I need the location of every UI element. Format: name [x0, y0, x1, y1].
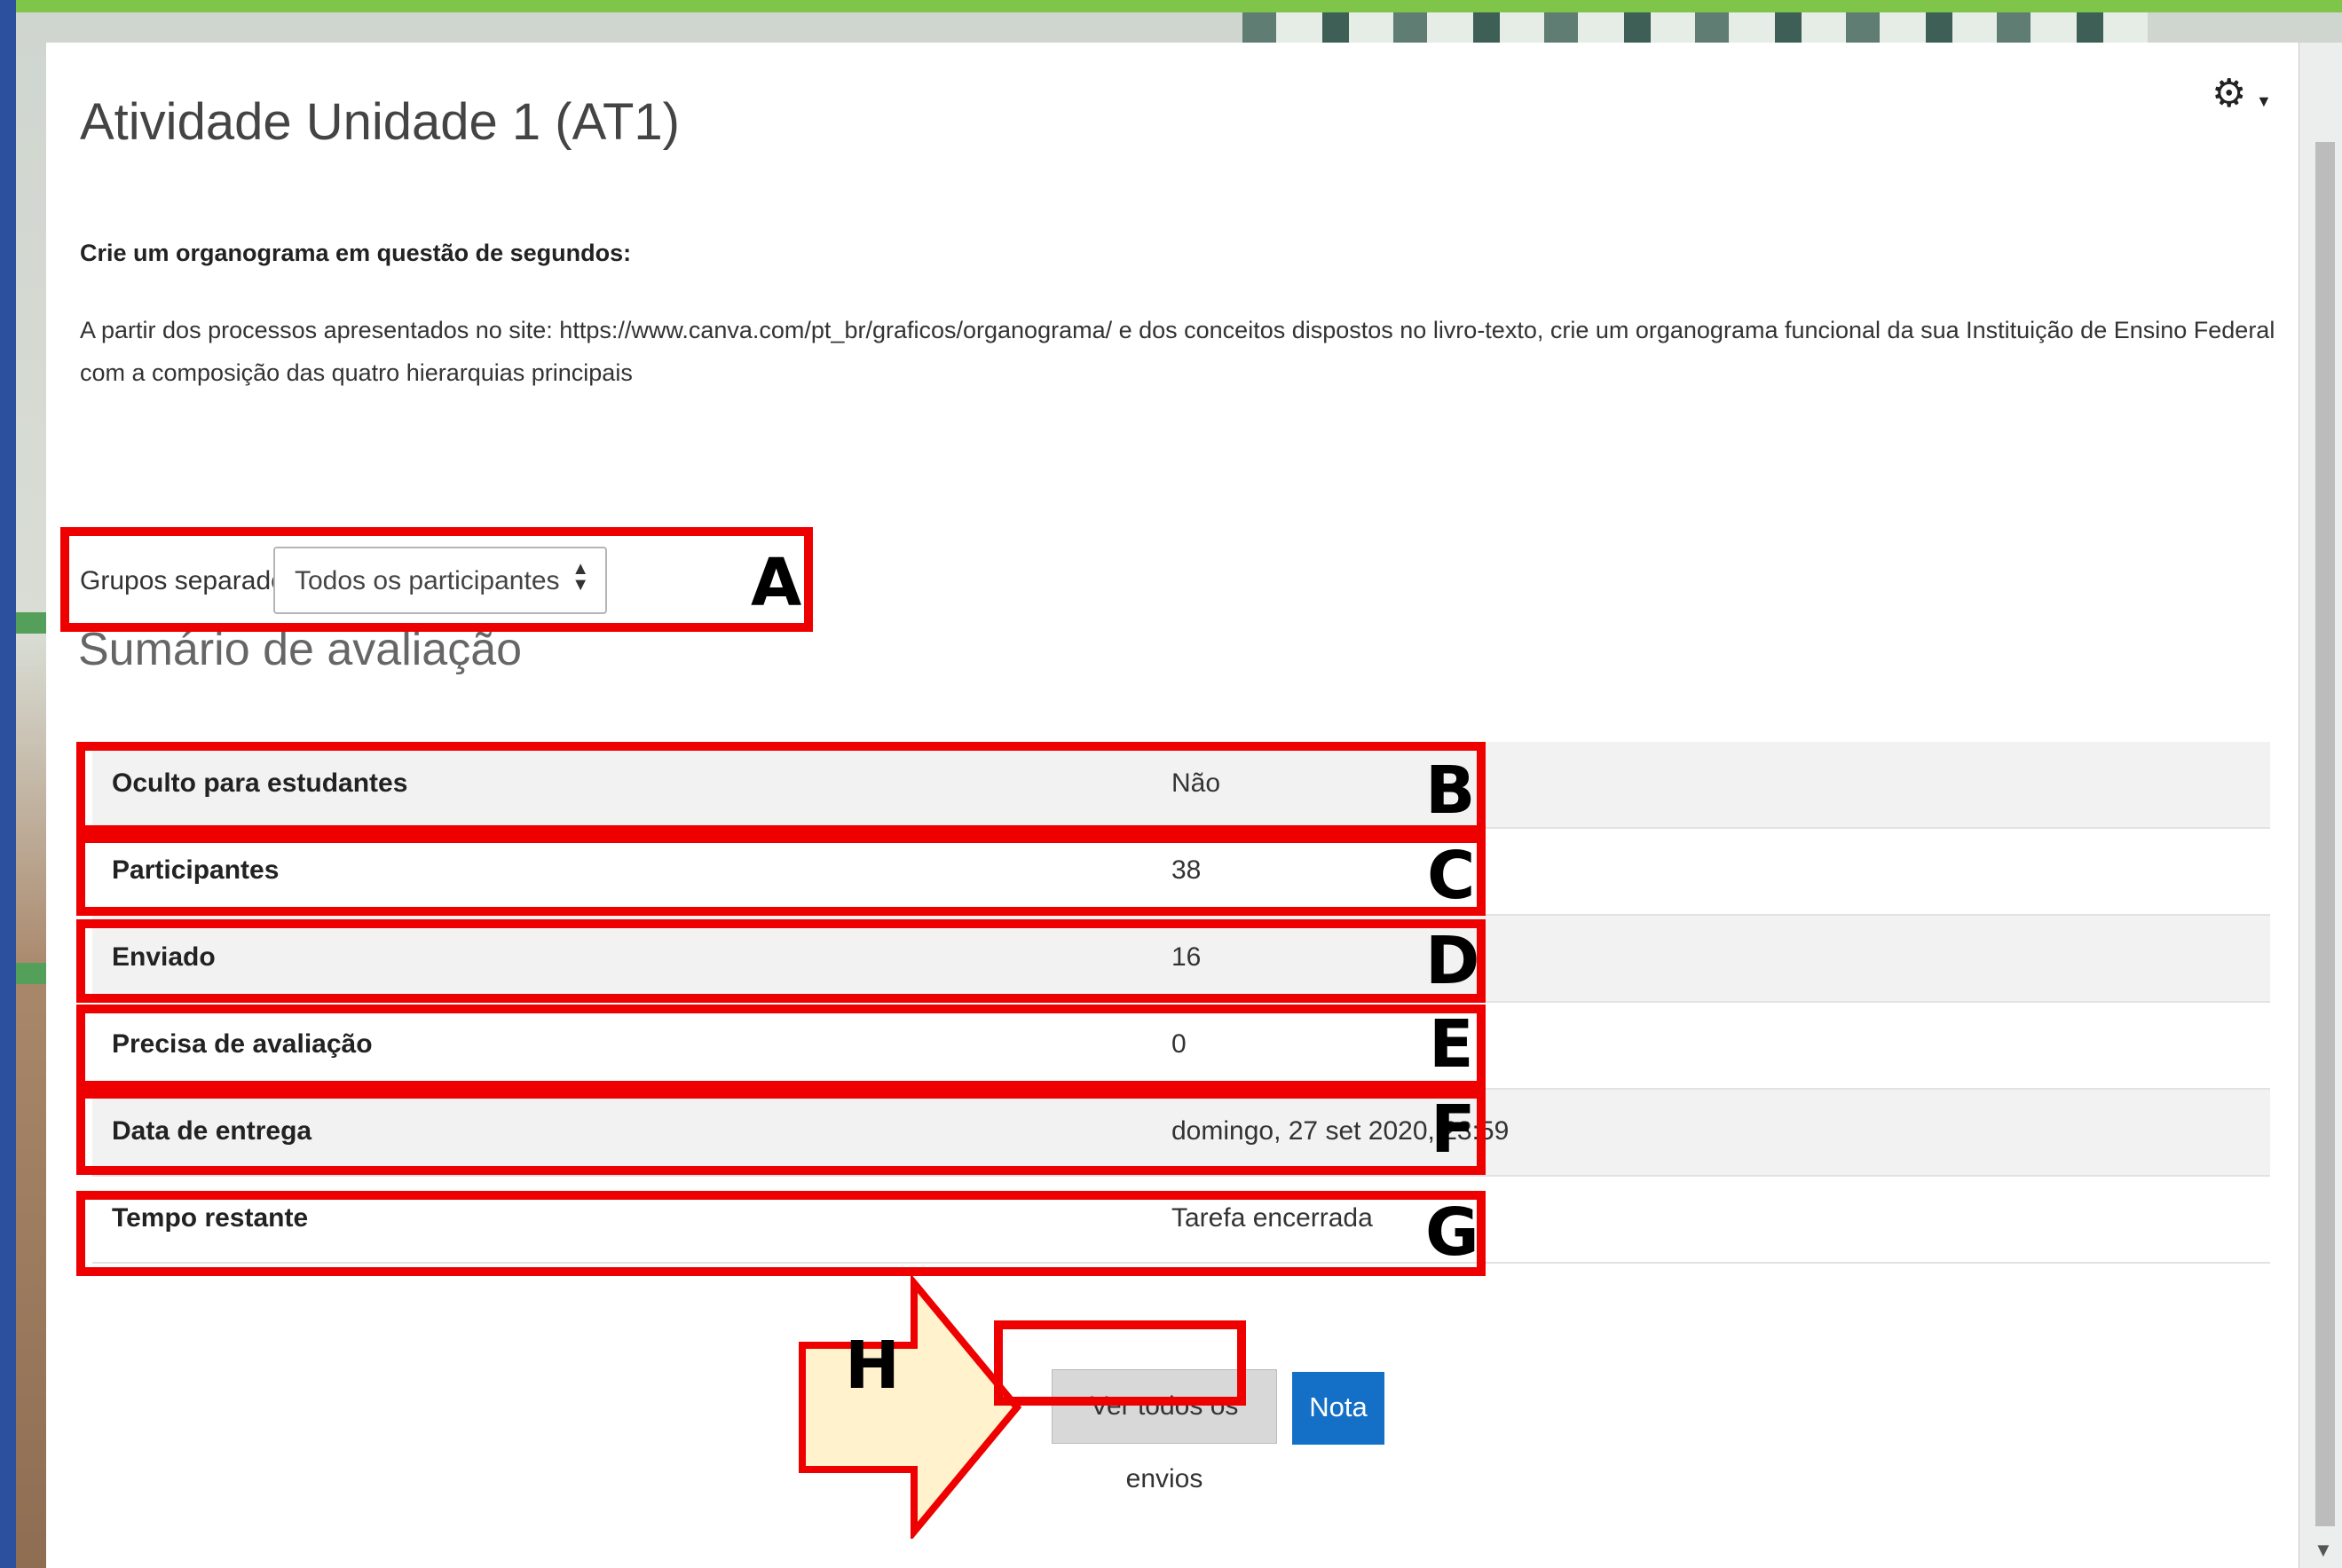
intro-heading: Crie um organograma em questão de segund…	[80, 240, 632, 266]
scroll-down-arrow-icon[interactable]: ▼	[2314, 1539, 2333, 1562]
annotation-label-b: B	[1425, 752, 1476, 829]
annotation-box-c	[76, 834, 1486, 916]
annotation-box-a	[60, 527, 813, 632]
page-title: Atividade Unidade 1 (AT1)	[80, 93, 680, 151]
scrollbar-thumb[interactable]	[2315, 142, 2335, 1526]
pointer-arrow-icon	[799, 1276, 1022, 1539]
annotation-box-e	[76, 1005, 1486, 1090]
annotation-box-d	[76, 919, 1486, 1003]
annotation-label-f: F	[1431, 1091, 1476, 1168]
intro-text: A partir dos processos apresentados no s…	[80, 317, 2275, 386]
annotation-label-e: E	[1429, 1006, 1474, 1083]
scrollbar[interactable]: ▼	[2299, 43, 2342, 1568]
annotation-box-b	[76, 742, 1486, 834]
annotation-label-g: G	[1425, 1194, 1479, 1271]
annotation-box-g	[76, 1191, 1486, 1276]
annotation-box-f	[76, 1090, 1486, 1175]
gear-icon[interactable]: ⚙	[2212, 75, 2246, 114]
annotation-box-h	[994, 1320, 1246, 1406]
annotation-label-h: H	[845, 1328, 900, 1404]
window-frame-left	[0, 0, 16, 1568]
annotation-label-a: A	[751, 545, 802, 621]
window-frame-top	[0, 0, 2342, 12]
chevron-down-icon[interactable]: ▼	[2256, 92, 2272, 111]
grade-button[interactable]: Nota	[1292, 1372, 1384, 1445]
annotation-label-d: D	[1425, 923, 1480, 999]
annotation-label-c: C	[1427, 838, 1476, 914]
